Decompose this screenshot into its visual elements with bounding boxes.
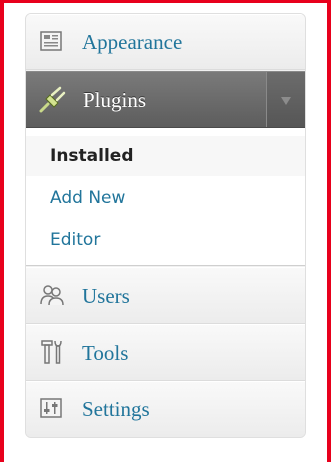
submenu-item-editor[interactable]: Editor (26, 220, 305, 260)
menu-item-appearance[interactable]: Appearance (26, 14, 305, 70)
plug-icon (38, 85, 68, 118)
menu-item-settings[interactable]: Settings (26, 381, 305, 437)
menu-item-tools[interactable]: Tools (26, 324, 305, 381)
triangle-down-icon (281, 97, 291, 105)
submenu-item-installed[interactable]: Installed (26, 136, 305, 176)
menu-item-users[interactable]: Users (26, 267, 305, 324)
plugins-submenu: Installed Add New Editor (26, 128, 305, 266)
menu-item-label: Plugins (83, 88, 147, 112)
menu-item-label: Settings (82, 397, 150, 421)
users-icon (40, 284, 64, 311)
tools-icon (40, 339, 64, 370)
menu-item-label: Users (82, 284, 130, 308)
menu-item-plugins[interactable]: Plugins (26, 71, 305, 128)
menu-item-label: Appearance (82, 30, 183, 54)
settings-icon (40, 398, 62, 423)
appearance-icon (40, 31, 62, 56)
admin-menu: Appearance Plugins Installed Add New Edi… (25, 13, 306, 438)
menu-item-label: Tools (82, 341, 129, 365)
submenu-item-add-new[interactable]: Add New (26, 178, 305, 218)
submenu-toggle-button[interactable] (266, 72, 305, 127)
